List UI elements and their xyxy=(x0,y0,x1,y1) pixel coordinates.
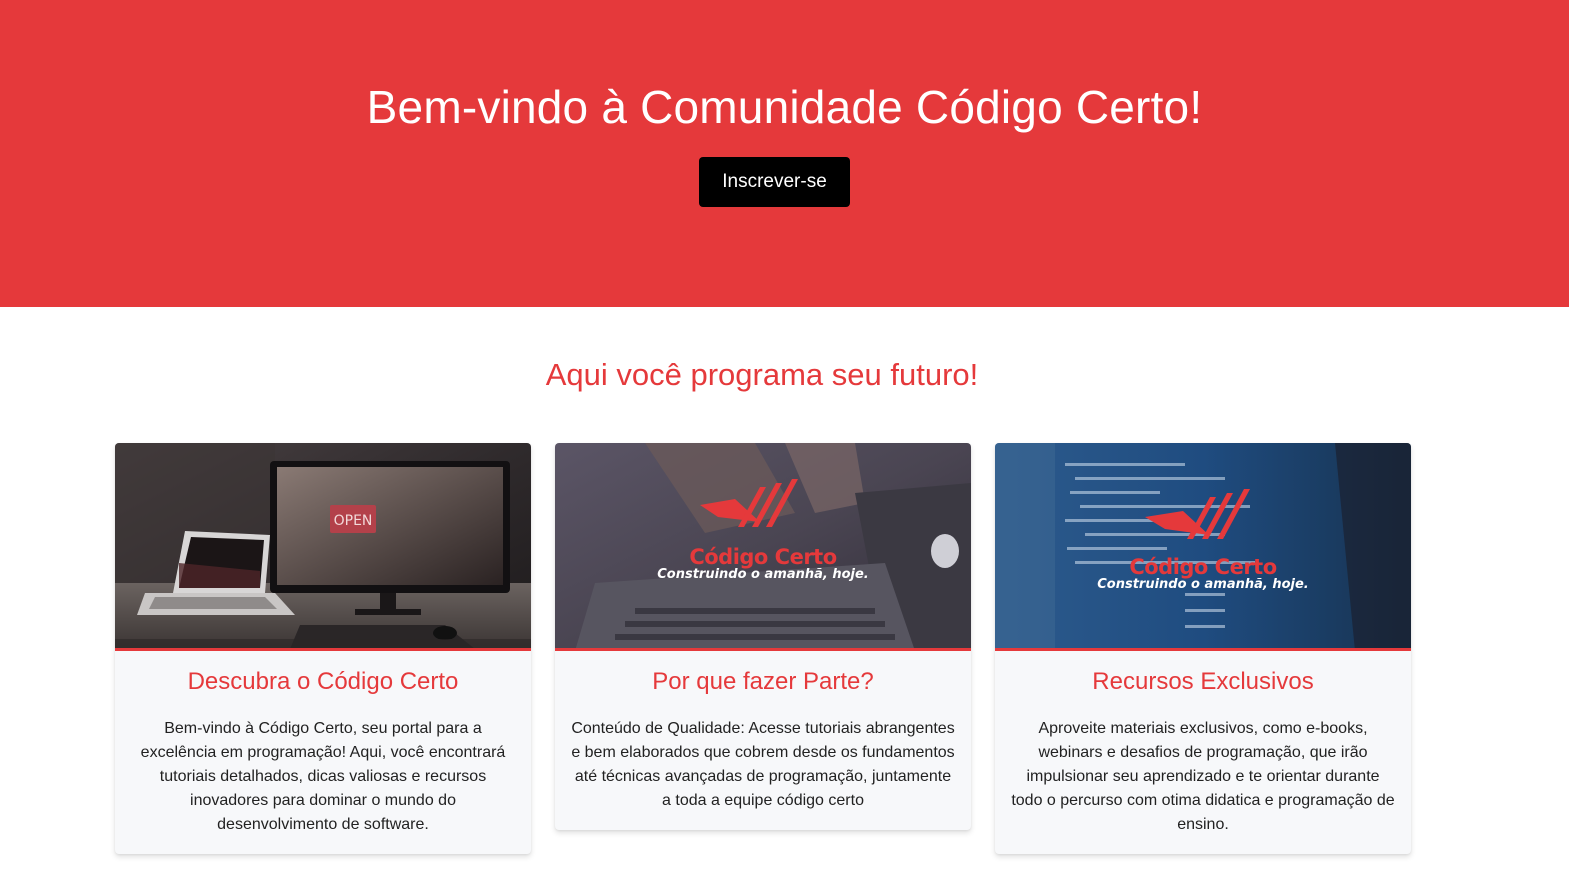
hero-banner: Bem-vindo à Comunidade Código Certo! Ins… xyxy=(0,0,1569,307)
card-image-desk-computers: OPEN xyxy=(115,443,531,651)
card-title: Recursos Exclusivos xyxy=(1092,668,1314,695)
brand-tagline: Construindo o amanhã, hoje. xyxy=(1097,577,1309,592)
brand-name: Código Certo xyxy=(1129,555,1277,579)
subscribe-button[interactable]: Inscrever-se xyxy=(699,157,850,207)
brand-logo-icon xyxy=(700,479,798,527)
brand-name: Código Certo xyxy=(689,545,837,569)
feature-card-discover: OPEN Descubra o Código Certo Bem-vindo à… xyxy=(115,443,531,854)
card-text: Conteúdo de Qualidade: Acesse tutoriais … xyxy=(571,720,955,809)
card-title: Descubra o Código Certo xyxy=(187,668,459,695)
card-text: Aproveite materiais exclusivos, como e-b… xyxy=(1011,720,1395,833)
card-title: Por que fazer Parte? xyxy=(652,668,874,695)
feature-card-exclusive-resources: Código Certo Construindo o amanhã, hoje.… xyxy=(995,443,1411,854)
section-subtitle: Aqui você programa seu futuro! xyxy=(545,357,979,392)
card-image-laptop-typing: Código Certo Construindo o amanhã, hoje. xyxy=(555,443,971,651)
brand-tagline: Construindo o amanhã, hoje. xyxy=(657,567,869,582)
brand-overlay: Código Certo Construindo o amanhã, hoje. xyxy=(995,555,1411,592)
card-image-code-screen: Código Certo Construindo o amanhã, hoje. xyxy=(995,443,1411,651)
hero-title: Bem-vindo à Comunidade Código Certo! xyxy=(366,81,1203,133)
brand-overlay: Código Certo Construindo o amanhã, hoje. xyxy=(555,545,971,582)
open-sign-text: OPEN xyxy=(334,513,373,529)
feature-card-why-join: Código Certo Construindo o amanhã, hoje.… xyxy=(555,443,971,830)
card-text: Bem-vindo à Código Certo, seu portal par… xyxy=(140,720,506,833)
brand-logo-icon xyxy=(1145,489,1250,539)
